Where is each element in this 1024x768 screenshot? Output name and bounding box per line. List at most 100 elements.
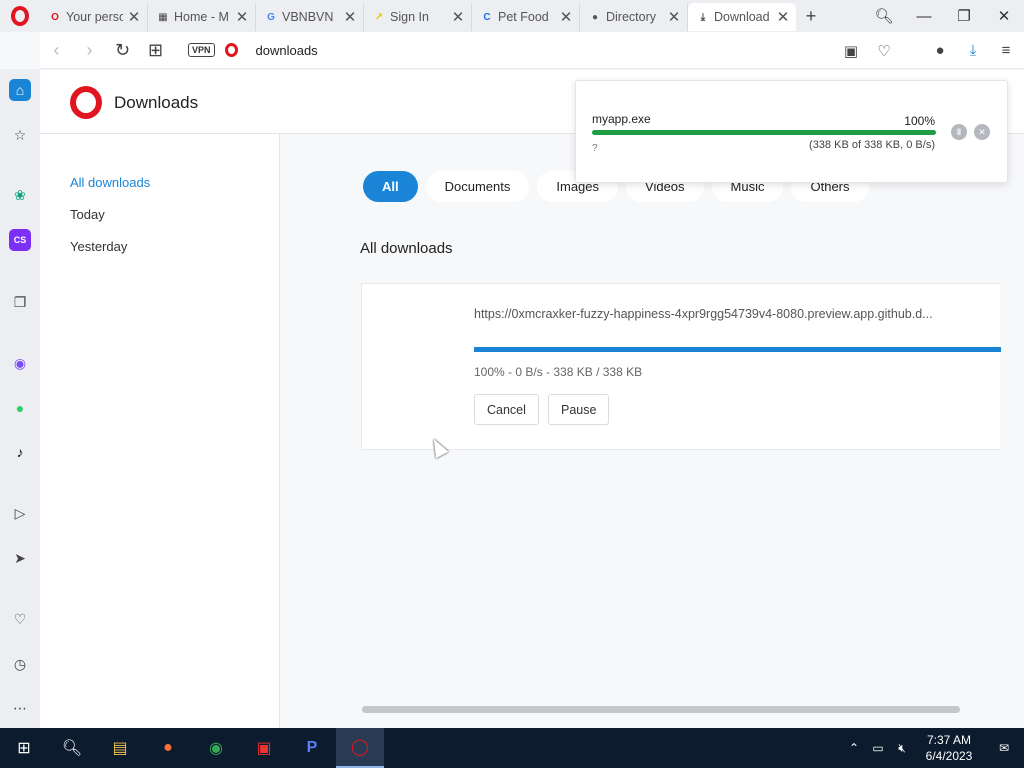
favorites-heart-icon[interactable]: ♡ (9, 608, 31, 630)
download-stats: 100% - 0 B/s - 338 KB / 338 KB (474, 365, 643, 379)
nav-today[interactable]: Today (70, 207, 105, 222)
chrome-icon[interactable]: ◉ (192, 728, 240, 768)
chatgpt-icon[interactable]: ❀ (9, 184, 31, 206)
section-title: All downloads (360, 240, 453, 257)
tab-close-icon[interactable]: ✕ (776, 8, 790, 26)
tab-close-icon[interactable]: ✕ (235, 8, 249, 26)
filter-documents[interactable]: Documents (425, 171, 530, 202)
volume-muted-icon[interactable]: 🔇︎ (890, 741, 914, 756)
opera-site-icon (224, 43, 238, 57)
tab-close-icon[interactable]: ✕ (127, 8, 141, 26)
downloads-icon[interactable]: ⤓ (963, 42, 983, 59)
clock[interactable]: 7:37 AM 6/4/2023 (914, 732, 984, 764)
search-tabs-icon[interactable]: 🔍︎ (864, 7, 904, 25)
cancel-button[interactable]: Cancel (474, 394, 539, 425)
messenger-icon[interactable]: ◉ (9, 352, 31, 374)
popup-progress-bar (592, 130, 936, 135)
browser-tab[interactable]: O Your perso ✕ (40, 3, 148, 31)
downloads-nav: All downloads Today Yesterday (40, 134, 280, 728)
close-window-button[interactable]: ✕ (984, 7, 1024, 25)
chevron-up-icon[interactable]: ⌃ (842, 741, 866, 755)
forward-button[interactable]: › (73, 40, 106, 61)
sidebar: ⌂ ☆ ❀ CS ❐ ◉ ● ♪ ▷ ➤ ♡ ◷ ⋯ (0, 69, 40, 728)
new-tab-button[interactable]: + (796, 6, 826, 27)
player-icon[interactable]: ▷ (9, 502, 31, 524)
p-app-icon[interactable]: P (288, 728, 336, 768)
tab-favicon-icon: ▦ (158, 11, 168, 23)
reload-button[interactable]: ↻ (106, 40, 139, 61)
tab-label: Pet Food (498, 10, 549, 24)
snapshot-icon[interactable]: ▣ (841, 42, 861, 60)
tab-label: Sign In (390, 10, 429, 24)
chatsonic-icon[interactable]: CS (9, 229, 31, 251)
tab-strip: O Your perso ✕ ▦ Home - M ✕ G VBNBVN ✕ ↗ Sign In ✕ C… (0, 0, 1024, 32)
tab-favicon-icon: C (483, 11, 491, 23)
browser-tab[interactable]: ▦ Home - M ✕ (148, 3, 256, 31)
tab-close-icon[interactable]: ✕ (559, 8, 573, 26)
tab-close-icon[interactable]: ✕ (451, 8, 465, 26)
history-clock-icon[interactable]: ◷ (9, 653, 31, 675)
browser-tab[interactable]: ↗ Sign In ✕ (364, 3, 472, 31)
popup-size: (338 KB of 338 KB, 0 B/s) (809, 139, 935, 151)
opera-taskbar-icon[interactable]: ◯ (336, 728, 384, 768)
back-button[interactable]: ‹ (40, 40, 73, 61)
filter-all[interactable]: All (363, 171, 418, 202)
tab-favicon-icon: O (51, 11, 59, 23)
whatsapp-icon[interactable]: ● (9, 397, 31, 419)
tab-close-icon[interactable]: ✕ (667, 8, 681, 26)
url-field[interactable]: downloads (256, 43, 318, 58)
taskbar: ⊞ 🔍︎ ▤ ● ◉ ▣ P ◯ ⌃ ▭ 🔇︎ 7:37 AM 6/4/2023… (0, 728, 1024, 768)
opera-logo-icon (11, 6, 29, 26)
nav-yesterday[interactable]: Yesterday (70, 239, 127, 254)
opera-menu-button[interactable] (0, 0, 40, 32)
browser-tab[interactable]: C Pet Food ✕ (472, 3, 580, 31)
download-url[interactable]: https://0xmcraxker-fuzzy-happiness-4xpr9… (474, 307, 933, 321)
download-progress-bar (474, 347, 1001, 352)
network-icon[interactable]: ▭ (866, 741, 890, 755)
easy-setup-icon[interactable]: ≡ (996, 42, 1016, 59)
pause-button[interactable]: Pause (548, 394, 610, 425)
popup-status: ? (592, 143, 598, 154)
clock-date: 6/4/2023 (925, 749, 973, 763)
recorder-icon[interactable]: ▣ (240, 728, 288, 768)
popup-filename[interactable]: myapp.exe (592, 112, 651, 126)
horizontal-scrollbar[interactable] (362, 706, 960, 713)
my-flow-icon[interactable]: ☆ (9, 124, 31, 146)
tab-label: Home - M (174, 10, 229, 24)
window-controls: 🔍︎ — ❐ ✕ (864, 0, 1024, 32)
shopping-bag-icon[interactable]: ❐ (9, 291, 31, 313)
notifications-icon[interactable]: ✉ (984, 741, 1024, 755)
tab-label: Download (714, 10, 770, 24)
start-windows-icon[interactable]: ⊞ (0, 728, 48, 768)
nav-all-downloads[interactable]: All downloads (70, 175, 150, 190)
popup-cancel-icon[interactable]: ✕ (974, 124, 990, 140)
search-icon[interactable]: 🔍︎ (48, 728, 96, 768)
more-icon[interactable]: ⋯ (9, 697, 31, 719)
bookmark-heart-icon[interactable]: ♡ (874, 42, 894, 60)
popup-percent: 100% (904, 114, 935, 128)
tab-label: Your perso (66, 10, 123, 24)
minimize-button[interactable]: — (904, 8, 944, 25)
tiktok-icon[interactable]: ♪ (9, 441, 31, 463)
tab-close-icon[interactable]: ✕ (343, 8, 357, 26)
system-tray: ⌃ ▭ 🔇︎ 7:37 AM 6/4/2023 ✉ (842, 728, 1024, 768)
vpn-badge[interactable]: VPN (188, 43, 215, 57)
download-item: https://0xmcraxker-fuzzy-happiness-4xpr9… (361, 283, 1001, 450)
page-title: Downloads (114, 93, 199, 112)
popup-pause-icon[interactable]: ‖ (951, 124, 967, 140)
browser-tab[interactable]: ⤓ Download ✕ (688, 3, 796, 31)
browser-tab[interactable]: G VBNBVN ✕ (256, 3, 364, 31)
tab-favicon-icon: ⤓ (700, 11, 706, 23)
browser-tab[interactable]: ● Directory ✕ (580, 3, 688, 31)
firefox-icon[interactable]: ● (144, 728, 192, 768)
tab-label: VBNBVN (282, 10, 334, 24)
restore-button[interactable]: ❐ (944, 7, 984, 25)
file-explorer-icon[interactable]: ▤ (96, 728, 144, 768)
clock-time: 7:37 AM (926, 733, 972, 747)
download-popup: myapp.exe 100% ? (338 KB of 338 KB, 0 B/… (575, 80, 1008, 183)
speed-dial-home-icon[interactable]: ⌂ (9, 79, 31, 101)
tab-favicon-icon: G (267, 11, 275, 23)
profile-icon[interactable]: ● (930, 42, 950, 59)
send-icon[interactable]: ➤ (9, 547, 31, 569)
tab-overview-icon[interactable]: ⊞ (139, 40, 172, 61)
